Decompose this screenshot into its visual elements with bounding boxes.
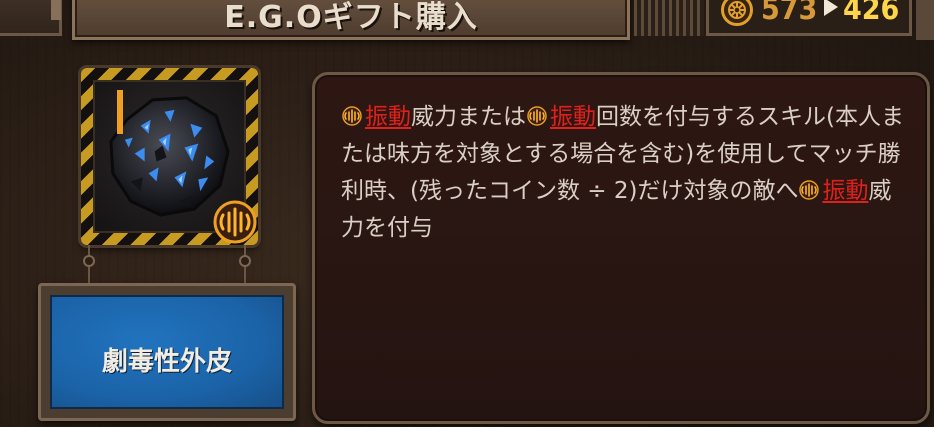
gift-description-panel: 振動威力または 振動回数を付与するスキル(本人または味方を対象とする場合を含む)を… [312, 72, 930, 424]
keyword-vibration[interactable]: 振動 [550, 104, 596, 130]
arrow-right-icon [824, 0, 838, 16]
chain-ring-right [239, 255, 251, 267]
keyword-vibration[interactable]: 振動 [822, 178, 868, 204]
keyword-vibration[interactable]: 振動 [365, 104, 411, 130]
gift-name-plate: 劇毒性外皮 [38, 283, 296, 421]
header-right-edge [916, 0, 934, 40]
chain-ring-left [83, 255, 95, 267]
vibration-icon [798, 176, 820, 200]
description-text-segment: 威力または [411, 104, 526, 130]
header-decoration [634, 0, 704, 36]
currency-after-value: 426 [843, 0, 900, 27]
vibration-icon [526, 102, 548, 126]
currency-display: 573 426 [706, 0, 912, 36]
page-title: E.G.Oギフト購入 [224, 0, 478, 35]
currency-current-value: 573 [761, 0, 818, 27]
gift-name-background: 劇毒性外皮 [50, 295, 284, 409]
header-left-bracket [0, 0, 62, 36]
vibration-icon [213, 200, 257, 244]
title-banner: E.G.Oギフト購入 [72, 0, 630, 40]
gift-name: 劇毒性外皮 [101, 347, 232, 377]
cog-coin-icon [721, 0, 753, 26]
gift-description-text: 振動威力または 振動回数を付与するスキル(本人または味方を対象とする場合を含む)を… [341, 99, 907, 247]
vibration-icon [341, 102, 363, 126]
tier-indicator [117, 90, 123, 134]
